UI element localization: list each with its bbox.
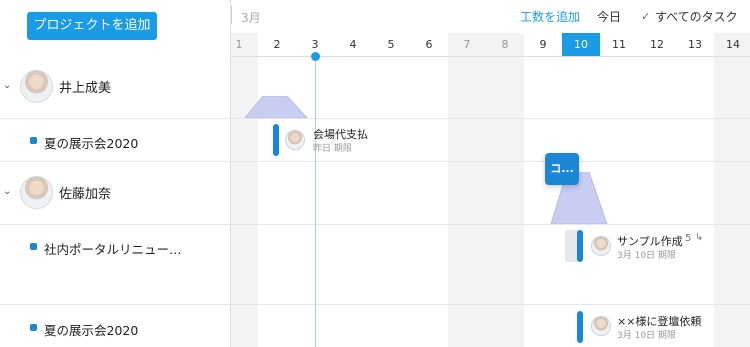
avatar (591, 316, 611, 336)
day-cell[interactable]: 2 (258, 33, 296, 56)
project-name: 社内ポータルリニュー… (44, 242, 182, 257)
avatar (285, 130, 305, 150)
project-color-dot (30, 324, 37, 331)
subtask-count: 5 (685, 233, 692, 244)
day-cell[interactable]: 1 (231, 33, 258, 56)
project-name: 夏の展示会2020 (44, 323, 139, 338)
task-title: 会場代支払 (313, 128, 368, 141)
weekend-shade (448, 33, 524, 347)
member-panel: プロジェクトを追加 ⌄ 井上成美 夏の展示会2020 ⌄ 佐藤加奈 社内ポータル… (0, 0, 231, 347)
row-divider (231, 118, 750, 119)
today-line (315, 56, 316, 347)
collapsed-task-chip[interactable]: コ... (545, 153, 579, 185)
task-bar[interactable] (273, 124, 279, 156)
add-project-button[interactable]: プロジェクトを追加 (27, 12, 157, 40)
today-button[interactable]: 今日 (597, 8, 621, 25)
workload-shape (245, 96, 308, 118)
weekend-shade (714, 33, 750, 347)
selected-day-cell[interactable]: 10 (562, 33, 600, 56)
today-marker (311, 52, 320, 61)
task-bar[interactable] (577, 311, 583, 343)
row-divider (231, 224, 750, 225)
row-divider (231, 161, 750, 162)
day-cell[interactable]: 4 (334, 33, 372, 56)
task-card[interactable]: 会場代支払 昨日 期限 (273, 122, 383, 156)
task-due: 昨日 期限 (313, 144, 352, 154)
add-hours-link[interactable]: 工数を追加 (520, 8, 580, 25)
day-cell[interactable]: 6 (410, 33, 448, 56)
task-title: ××様に登壇依頼 (617, 315, 702, 328)
task-card[interactable]: サンプル作成 5 ↳ 3月 10日 期限 (565, 230, 715, 262)
project-row[interactable]: 社内ポータルリニュー… (0, 225, 230, 305)
day-cell[interactable]: 12 (638, 33, 676, 56)
task-title: サンプル作成 (617, 235, 683, 248)
member-name: 井上成美 (59, 81, 112, 96)
day-cell[interactable]: 13 (676, 33, 714, 56)
avatar (20, 70, 53, 103)
project-row[interactable]: 夏の展示会2020 (0, 305, 230, 347)
day-cell[interactable]: 11 (600, 33, 638, 56)
avatar (20, 176, 53, 209)
avatar (591, 236, 611, 256)
day-cell[interactable]: 7 (448, 33, 486, 56)
day-cell[interactable]: 9 (524, 33, 562, 56)
timeline-toolbar: 3月 工数を追加 今日 ✓ すべてのタスク (231, 0, 750, 33)
row-divider (231, 304, 750, 305)
project-row[interactable]: 夏の展示会2020 (0, 119, 230, 162)
task-due: 3月 10日 期限 (617, 331, 676, 341)
member-row[interactable]: ⌄ 井上成美 (0, 56, 230, 119)
task-card[interactable]: ××様に登壇依頼 3月 10日 期限 (577, 309, 717, 343)
day-cell[interactable]: 14 (714, 33, 750, 56)
day-cell[interactable]: 5 (372, 33, 410, 56)
project-name: 夏の展示会2020 (44, 136, 139, 151)
project-color-dot (30, 243, 37, 250)
member-name: 佐藤加奈 (59, 187, 112, 202)
all-tasks-button[interactable]: すべてのタスク (655, 8, 738, 25)
day-header: 1 2 3 4 5 6 7 8 9 10 11 12 13 14 (231, 33, 750, 57)
member-row[interactable]: ⌄ 佐藤加奈 (0, 162, 230, 225)
subtask-icon: ↳ (695, 232, 704, 243)
chevron-down-icon[interactable]: ⌄ (3, 186, 15, 198)
timeline: 3月 工数を追加 今日 ✓ すべてのタスク 1 2 3 4 5 6 7 8 9 … (231, 0, 750, 347)
weekend-shade (231, 33, 258, 347)
month-label: 3月 (241, 11, 261, 25)
task-due: 3月 10日 期限 (617, 251, 676, 261)
project-color-dot (30, 137, 37, 144)
divider (231, 6, 232, 24)
chevron-down-icon[interactable]: ⌄ (3, 80, 15, 92)
check-circle-icon[interactable]: ✓ (641, 10, 650, 23)
day-cell[interactable]: 8 (486, 33, 524, 56)
task-bar[interactable] (577, 230, 583, 262)
